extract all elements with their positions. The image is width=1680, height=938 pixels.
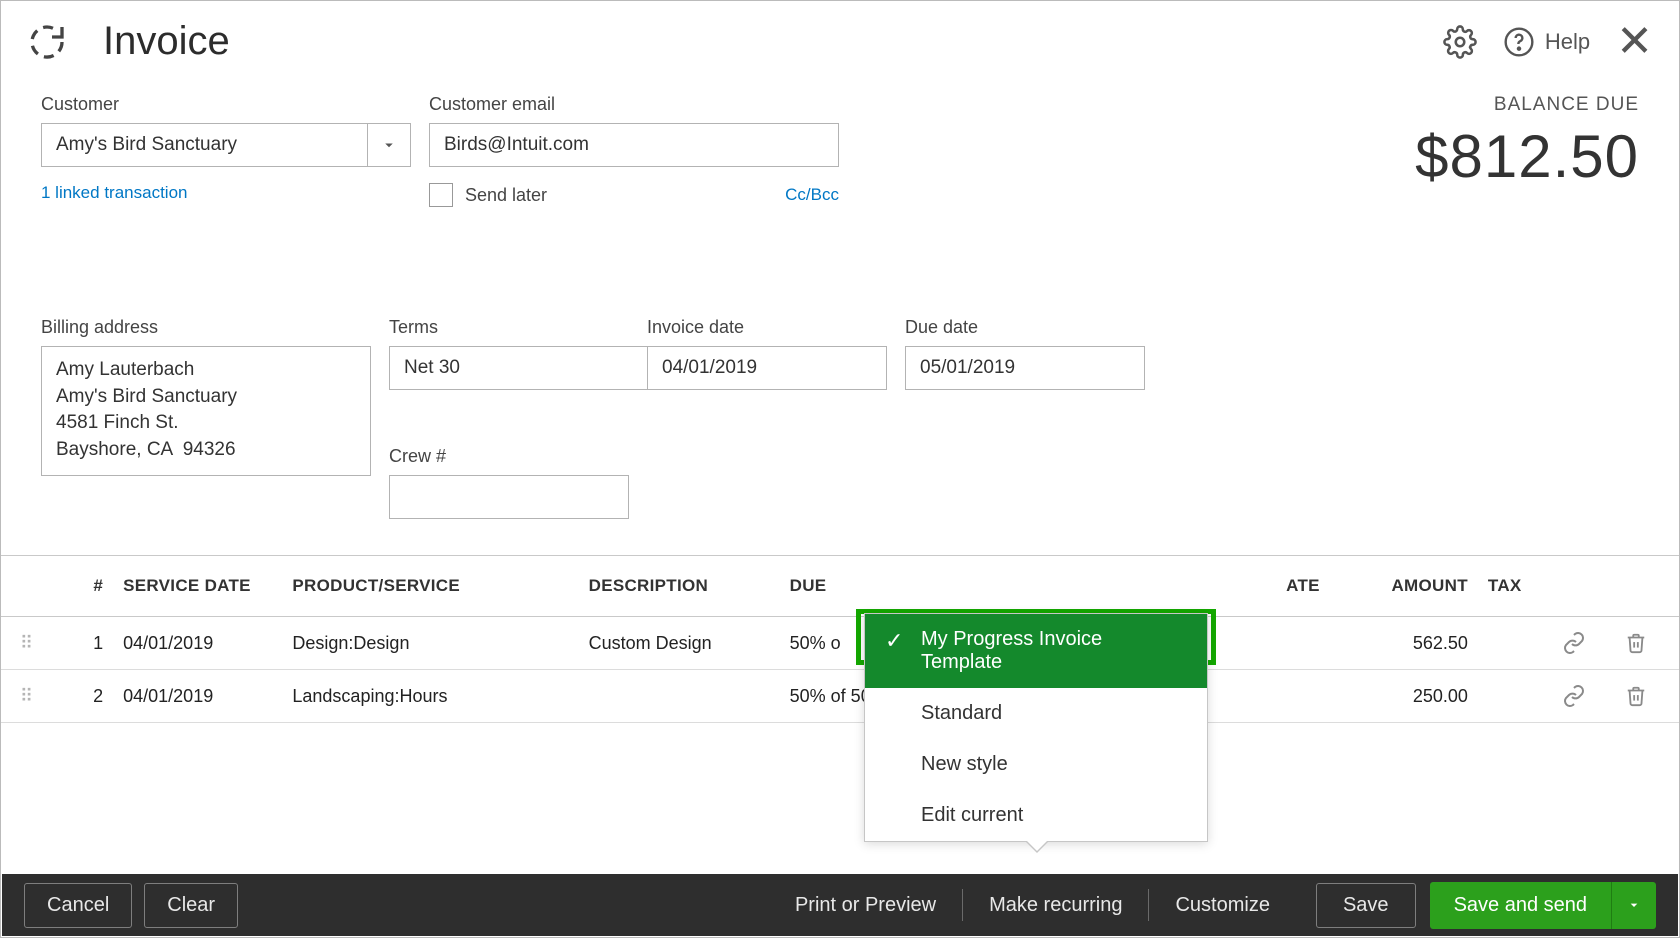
make-recurring-button[interactable]: Make recurring [963,894,1148,917]
link-icon[interactable] [1552,670,1615,723]
balance-due-value: $812.50 [1415,122,1639,191]
terms-select[interactable] [389,346,629,390]
email-input[interactable] [429,123,839,167]
send-later-label: Send later [465,185,547,206]
billing-address-input[interactable] [41,346,371,476]
row-product[interactable]: Landscaping:Hours [282,670,578,723]
col-amount: AMOUNT [1330,556,1478,617]
col-tax: TAX [1478,556,1552,617]
settings-button[interactable] [1443,25,1477,59]
close-button[interactable]: ✕ [1616,20,1653,64]
terms-label: Terms [389,317,629,338]
template-edit-current[interactable]: Edit current [865,790,1207,841]
table-row[interactable]: ⠿104/01/2019Design:DesignCustom Design50… [1,617,1679,670]
customer-value[interactable] [41,123,367,167]
row-description[interactable] [579,670,780,723]
col-service-date: SERVICE DATE [113,556,282,617]
send-later-checkbox[interactable] [429,183,453,207]
line-items-table: # SERVICE DATE PRODUCT/SERVICE DESCRIPTI… [1,556,1679,723]
row-num: 1 [54,617,113,670]
help-button[interactable]: Help [1503,26,1590,58]
invoice-date-label: Invoice date [647,317,887,338]
save-and-send-dropdown[interactable] [1611,882,1656,929]
help-label: Help [1545,29,1590,55]
save-and-send-button[interactable]: Save and send [1430,882,1611,929]
drag-handle-icon[interactable]: ⠿ [20,633,35,653]
row-product[interactable]: Design:Design [282,617,578,670]
table-row[interactable]: ⠿204/01/2019Landscaping:Hours50% of 500.… [1,670,1679,723]
row-service-date[interactable]: 04/01/2019 [113,617,282,670]
chevron-down-icon [1626,897,1642,913]
customer-select[interactable] [41,123,411,167]
due-date-label: Due date [905,317,1145,338]
due-date-input[interactable] [905,346,1145,390]
invoice-date-input[interactable] [647,346,887,390]
template-my-progress[interactable]: My Progress Invoice Template [865,614,1207,688]
col-due: DUE [780,556,1203,617]
template-new-style[interactable]: New style [865,739,1207,790]
email-label: Customer email [429,94,839,115]
template-standard[interactable]: Standard [865,688,1207,739]
save-button[interactable]: Save [1316,883,1416,928]
print-preview-button[interactable]: Print or Preview [769,894,962,917]
customize-button[interactable]: Customize [1149,894,1295,917]
help-icon [1503,26,1535,58]
link-icon[interactable] [1552,617,1615,670]
row-rate[interactable] [1203,670,1330,723]
terms-value[interactable] [389,346,663,390]
billing-address-label: Billing address [41,317,371,338]
recurring-icon [27,22,67,62]
row-rate[interactable] [1203,617,1330,670]
row-amount[interactable]: 250.00 [1330,670,1478,723]
crew-input[interactable] [389,475,629,519]
cancel-button[interactable]: Cancel [24,883,132,928]
drag-handle-icon[interactable]: ⠿ [20,686,35,706]
delete-row-button[interactable] [1615,670,1679,723]
row-service-date[interactable]: 04/01/2019 [113,670,282,723]
col-rate: ATE [1203,556,1330,617]
col-num: # [54,556,113,617]
customize-menu: My Progress Invoice Template Standard Ne… [864,613,1208,842]
row-tax[interactable] [1478,617,1552,670]
crew-label: Crew # [389,446,629,467]
row-tax[interactable] [1478,670,1552,723]
page-title: Invoice [103,19,230,64]
balance-due-label: BALANCE DUE [1415,94,1639,116]
gear-icon [1443,25,1477,59]
customer-label: Customer [41,94,411,115]
row-num: 2 [54,670,113,723]
linked-transaction-link[interactable]: 1 linked transaction [41,183,411,203]
row-description[interactable]: Custom Design [579,617,780,670]
ccbcc-link[interactable]: Cc/Bcc [785,185,839,205]
col-product-service: PRODUCT/SERVICE [282,556,578,617]
delete-row-button[interactable] [1615,617,1679,670]
chevron-down-icon[interactable] [367,123,411,167]
row-amount[interactable]: 562.50 [1330,617,1478,670]
clear-button[interactable]: Clear [144,883,238,928]
footer-bar: Cancel Clear Print or Preview Make recur… [2,874,1678,936]
col-description: DESCRIPTION [579,556,780,617]
